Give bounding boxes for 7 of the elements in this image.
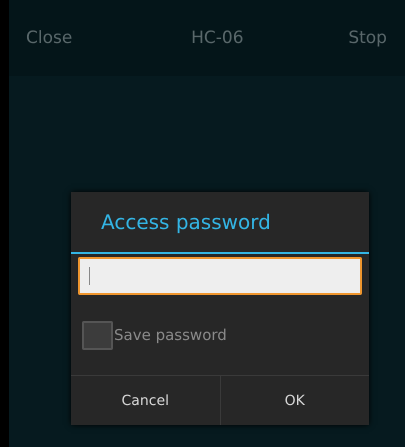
dialog-title: Access password: [71, 192, 369, 254]
ok-button[interactable]: OK: [220, 376, 369, 425]
password-field[interactable]: [78, 257, 362, 295]
screen-title: HC-06: [191, 28, 244, 48]
save-password-checkbox[interactable]: [82, 320, 113, 350]
save-password-label: Save password: [114, 326, 227, 344]
cancel-button[interactable]: Cancel: [71, 376, 220, 425]
